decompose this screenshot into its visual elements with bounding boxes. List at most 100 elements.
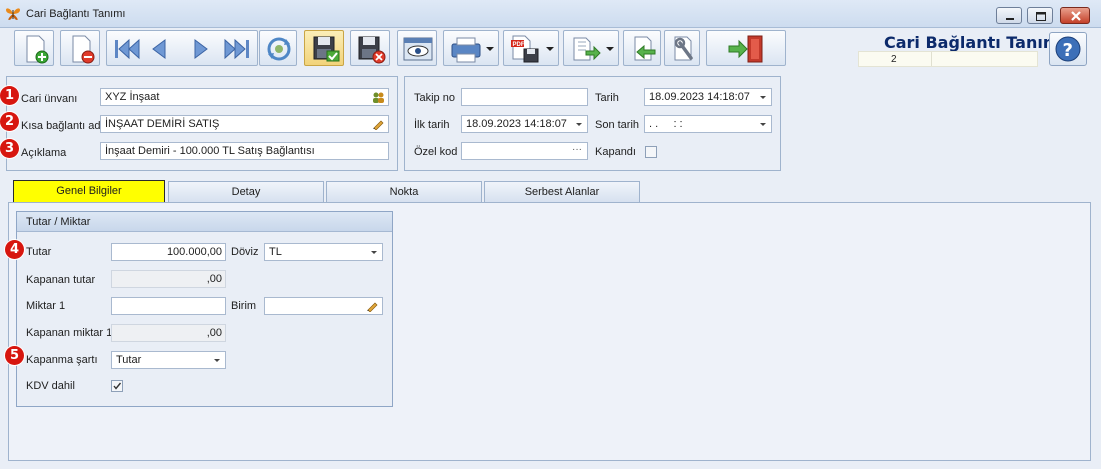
tab-nokta[interactable]: Nokta: [326, 181, 482, 203]
kisa-baglanti-adi-value: İNŞAAT DEMİRİ SATIŞ: [105, 118, 220, 130]
kapandi-label: Kapandı: [595, 146, 636, 158]
son-tarih-label: Son tarih: [595, 119, 640, 131]
next-icon: [194, 39, 208, 59]
tarih-label: Tarih: [595, 92, 619, 104]
exit-button[interactable]: [706, 30, 786, 66]
edit-pencil-icon: [373, 120, 384, 130]
doviz-value: TL: [269, 246, 282, 258]
maximize-button[interactable]: [1027, 7, 1053, 24]
kdv-dahil-label: KDV dahil: [26, 380, 75, 392]
title-bar: Cari Bağlantı Tanımı: [0, 0, 1101, 28]
navigation-group: [106, 30, 258, 66]
doviz-select[interactable]: TL: [264, 243, 383, 261]
main-info-panel: Cari ünvanı XYZ İnşaat Kısa bağlantı adı…: [6, 76, 398, 171]
new-record-button[interactable]: [14, 30, 54, 66]
previous-icon: [152, 39, 166, 59]
wrench-icon: [674, 36, 693, 61]
tutar-miktar-header: Tutar / Miktar: [17, 212, 392, 232]
new-document-plus-icon: [26, 35, 49, 64]
close-button[interactable]: [1060, 7, 1090, 24]
step-badge-5: 5: [5, 346, 24, 365]
step-badge-3: 3: [0, 139, 19, 158]
chevron-down-icon: [760, 123, 766, 126]
aciklama-field[interactable]: İnşaat Demiri - 100.000 TL Satış Bağlant…: [100, 142, 389, 160]
delete-document-minus-icon: [72, 35, 95, 64]
takip-no-label: Takip no: [414, 92, 455, 104]
save-button[interactable]: [304, 30, 344, 66]
exit-door-icon: [728, 35, 763, 63]
tarih-field[interactable]: 18.09.2023 14:18:07: [644, 88, 772, 106]
son-tarih-value: . . : :: [649, 118, 683, 130]
kapanan-tutar-value: ,00: [206, 273, 222, 285]
step-badge-4: 4: [5, 240, 24, 259]
cari-unvani-label: Cari ünvanı: [21, 93, 78, 105]
kisa-baglanti-adi-label: Kısa bağlantı adı: [21, 120, 104, 132]
divider: [931, 52, 932, 66]
record-number: 2: [891, 54, 897, 65]
miktar1-field[interactable]: [111, 297, 226, 315]
export-pdf-button[interactable]: PDF: [503, 30, 559, 66]
print-button[interactable]: [443, 30, 499, 66]
kapanan-miktar1-label: Kapanan miktar 1: [26, 327, 113, 339]
minimize-button[interactable]: [996, 7, 1022, 24]
kdv-dahil-checkbox[interactable]: [111, 380, 123, 392]
tab-detay[interactable]: Detay: [168, 181, 324, 203]
save-cancel-icon: [358, 36, 386, 64]
people-icon: [373, 92, 384, 103]
ilk-tarih-value: 18.09.2023 14:18:07: [466, 118, 567, 130]
tutar-label: Tutar: [26, 246, 52, 258]
preview-button[interactable]: [397, 30, 437, 66]
kapanan-tutar-label: Kapanan tutar: [26, 274, 96, 286]
save-check-icon: [313, 36, 340, 62]
page-title: Cari Bağlantı Tanımı: [884, 33, 1065, 52]
back-button[interactable]: [623, 30, 661, 66]
first-icon: [115, 38, 140, 60]
kapanan-tutar-field: ,00: [111, 270, 226, 288]
chevron-down-icon: [486, 47, 494, 51]
kisa-baglanti-adi-field[interactable]: İNŞAAT DEMİRİ SATIŞ: [100, 115, 389, 133]
ilk-tarih-field[interactable]: 18.09.2023 14:18:07: [461, 115, 588, 133]
son-tarih-field[interactable]: . . : :: [644, 115, 772, 133]
ozel-kod-label: Özel kod: [414, 146, 458, 158]
refresh-icon: [267, 37, 291, 61]
chevron-down-icon: [214, 359, 220, 362]
birim-label: Birim: [231, 300, 257, 312]
step-badge-2: 2: [0, 112, 19, 131]
butterfly-icon: [6, 8, 20, 20]
tracking-panel: Takip no Tarih 18.09.2023 14:18:07 İlk t…: [404, 76, 781, 171]
ozel-kod-field[interactable]: ···: [461, 142, 588, 160]
chevron-down-icon: [760, 96, 766, 99]
takip-no-field[interactable]: [461, 88, 588, 106]
miktar1-label: Miktar 1: [26, 300, 66, 312]
svg-text:?: ?: [1063, 40, 1073, 61]
import-button[interactable]: [563, 30, 619, 66]
edit-pencil-icon: [367, 302, 378, 312]
window-title: Cari Bağlantı Tanımı: [26, 8, 126, 20]
aciklama-label: Açıklama: [21, 147, 67, 159]
tab-genel-bilgiler[interactable]: Genel Bilgiler: [13, 180, 165, 203]
settings-button[interactable]: [664, 30, 700, 66]
cari-unvani-field[interactable]: XYZ İnşaat: [100, 88, 389, 106]
cancel-save-button[interactable]: [350, 30, 390, 66]
chevron-down-icon: [546, 47, 554, 51]
tab-serbest-alanlar[interactable]: Serbest Alanlar: [484, 181, 640, 203]
chevron-down-icon: [576, 123, 582, 126]
birim-field[interactable]: [264, 297, 383, 315]
help-button[interactable]: ?: [1049, 32, 1087, 66]
record-number-box: 2: [858, 51, 1038, 67]
refresh-button[interactable]: [259, 30, 297, 66]
preview-eye-icon: [403, 37, 433, 61]
tutar-field[interactable]: 100.000,00: [111, 243, 226, 261]
kapanma-sarti-label: Kapanma şartı: [26, 354, 98, 366]
kapanma-sarti-select[interactable]: Tutar: [111, 351, 226, 369]
kapandi-checkbox[interactable]: [645, 146, 657, 158]
minimize-icon: [1006, 18, 1014, 20]
svg-text:PDF: PDF: [513, 42, 525, 48]
tutar-value: 100.000,00: [166, 246, 222, 258]
delete-record-button[interactable]: [60, 30, 100, 66]
back-arrow-icon: [634, 36, 656, 61]
kapanan-miktar1-field: ,00: [111, 324, 226, 342]
tutar-miktar-title: Tutar / Miktar: [26, 216, 91, 228]
maximize-icon: [1036, 12, 1046, 21]
ellipsis-icon: ···: [572, 144, 582, 155]
